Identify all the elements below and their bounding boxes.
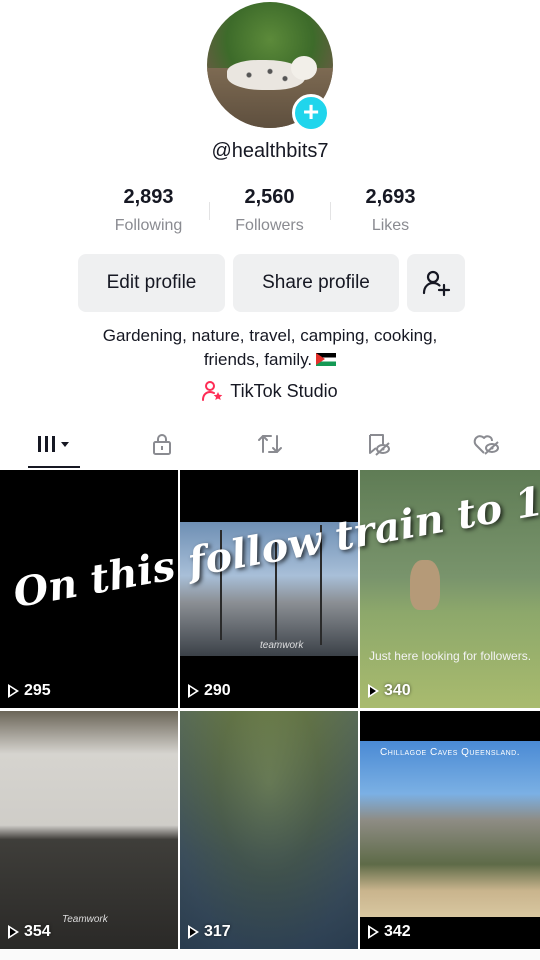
- video-grid: 295 teamwork 290 Just here looking for f…: [0, 470, 540, 949]
- studio-label: TikTok Studio: [230, 380, 338, 401]
- profile-actions: Edit profile Share profile: [78, 254, 465, 312]
- view-count: 290: [188, 682, 231, 700]
- profile-bio: Gardening, nature, travel, camping, cook…: [0, 324, 540, 372]
- video-thumbnail[interactable]: Teamwork 354: [0, 711, 178, 949]
- video-thumbnail[interactable]: 295: [0, 470, 178, 708]
- username: @healthbits7: [211, 140, 329, 162]
- play-icon: [368, 925, 379, 939]
- lock-icon: [153, 434, 171, 455]
- view-count: 342: [368, 923, 411, 941]
- video-caption: Just here looking for followers.: [368, 649, 532, 663]
- view-count: 317: [188, 923, 231, 941]
- share-profile-button[interactable]: Share profile: [233, 254, 399, 312]
- tab-private[interactable]: [108, 420, 216, 468]
- video-thumbnail[interactable]: Chillagoe Caves Queensland. 342: [360, 711, 540, 949]
- play-icon: [8, 684, 19, 698]
- tab-reposts[interactable]: [216, 420, 324, 468]
- view-count: 340: [368, 682, 411, 700]
- liked-icon: [473, 435, 499, 455]
- bio-line-2-wrap: friends, family.: [0, 348, 540, 372]
- play-icon: [368, 684, 379, 698]
- play-icon: [8, 925, 19, 939]
- bio-line-1: Gardening, nature, travel, camping, cook…: [102, 326, 438, 345]
- following-count: 2,893: [123, 186, 174, 208]
- view-count: 295: [8, 682, 51, 700]
- likes-label: Likes: [371, 217, 410, 234]
- profile-stats: 2,893 Following 2,560 Followers 2,693 Li…: [88, 186, 452, 242]
- profile-tabs: [0, 420, 540, 468]
- following-stat[interactable]: 2,893 Following: [88, 186, 209, 242]
- likes-count: 2,693: [365, 186, 416, 208]
- followers-label: Followers: [235, 217, 304, 234]
- tiktok-studio-link[interactable]: TikTok Studio: [0, 380, 540, 402]
- followers-stat[interactable]: 2,560 Followers: [209, 186, 330, 242]
- grid-icon: [38, 436, 69, 452]
- bottom-edge: [0, 950, 540, 960]
- likes-stat[interactable]: 2,693 Likes: [330, 186, 451, 242]
- saved-icon: [369, 434, 390, 456]
- edit-profile-button[interactable]: Edit profile: [78, 254, 225, 312]
- tab-saved[interactable]: [324, 420, 432, 468]
- palestine-flag-icon: [316, 353, 337, 366]
- add-person-icon: [422, 270, 451, 297]
- view-count-number: 290: [204, 682, 231, 699]
- view-count-number: 317: [204, 923, 231, 940]
- play-icon: [188, 684, 199, 698]
- view-count-number: 354: [24, 923, 51, 940]
- add-friends-button[interactable]: [407, 254, 465, 312]
- view-count-number: 295: [24, 682, 51, 699]
- view-count-number: 340: [384, 682, 411, 699]
- following-label: Following: [114, 217, 183, 234]
- video-caption: teamwork: [260, 640, 304, 651]
- video-caption: Teamwork: [62, 914, 108, 925]
- followers-count: 2,560: [244, 186, 295, 208]
- video-thumbnail[interactable]: 317: [180, 711, 358, 949]
- studio-person-icon: [202, 381, 223, 401]
- bio-line-2: friends, family.: [203, 350, 313, 369]
- tab-videos[interactable]: [0, 420, 108, 468]
- add-story-plus-icon[interactable]: +: [292, 94, 330, 132]
- video-caption: Chillagoe Caves Queensland.: [379, 747, 521, 758]
- video-thumbnail[interactable]: Just here looking for followers. 340: [360, 470, 540, 708]
- view-count-number: 342: [384, 923, 411, 940]
- video-thumbnail[interactable]: teamwork 290: [180, 470, 358, 708]
- repost-icon: [258, 435, 282, 453]
- tab-liked[interactable]: [432, 420, 540, 468]
- play-icon: [188, 925, 199, 939]
- view-count: 354: [8, 923, 51, 941]
